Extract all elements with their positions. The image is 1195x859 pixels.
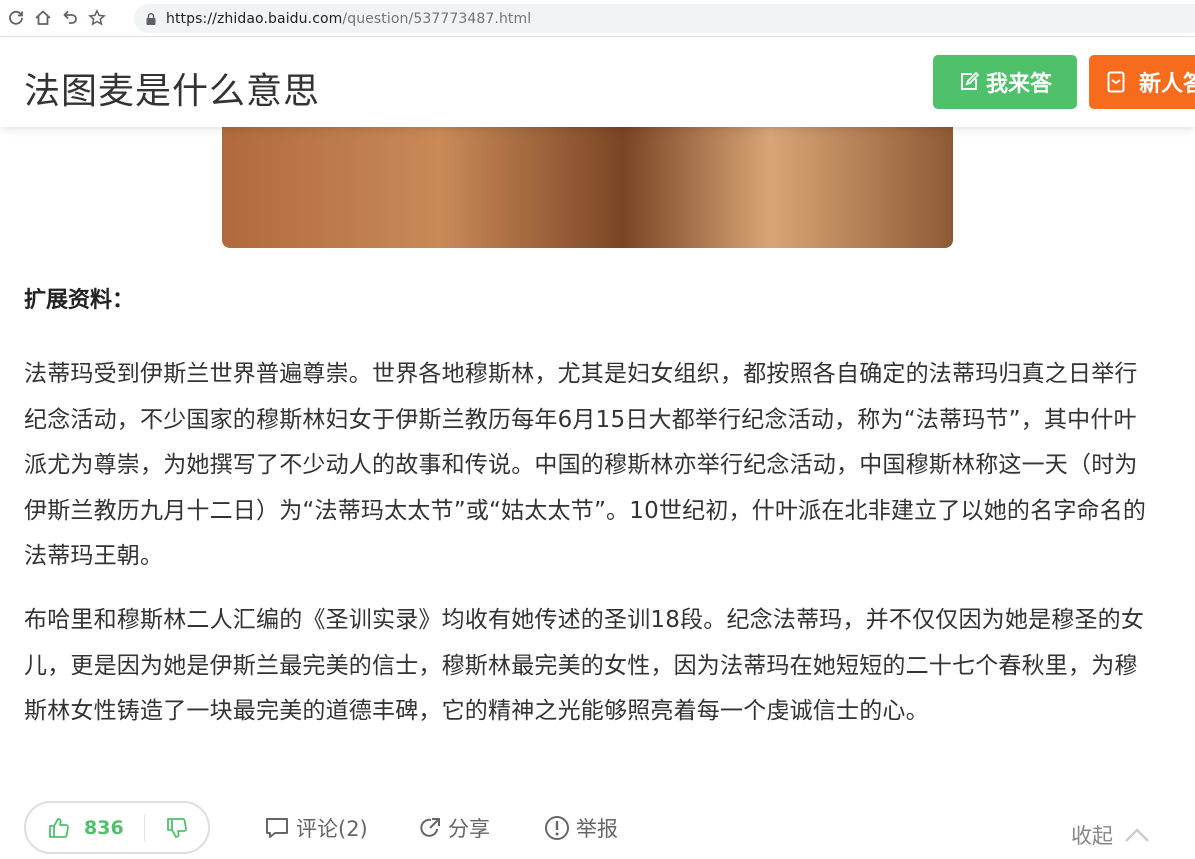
browser-toolbar: https://zhidao.baidu.com/question/537773… xyxy=(0,0,1195,37)
edit-icon xyxy=(960,71,980,90)
report-label: 举报 xyxy=(576,817,618,841)
question-header: 法图麦是什么意思 我来答 新人答 xyxy=(0,38,1195,127)
paragraph-1: 法蒂玛受到伊斯兰世界普遍尊崇。世界各地穆斯林，尤其是妇女组织，都按照各自确定的法… xyxy=(24,361,1147,569)
like-count: 836 xyxy=(84,816,124,839)
extended-info-heading: 扩展资料： xyxy=(24,288,135,313)
dislike-button[interactable] xyxy=(145,817,208,839)
share-label: 分享 xyxy=(448,817,490,841)
lock-icon xyxy=(146,12,156,25)
undo-icon[interactable] xyxy=(58,6,82,30)
newbie-button-label: 新人答 xyxy=(1139,72,1195,97)
collapse-button[interactable]: 收起 xyxy=(1071,820,1151,850)
report-icon xyxy=(545,816,569,840)
url-path: /question/537773487.html xyxy=(342,10,532,27)
comment-button[interactable]: 评论(2) xyxy=(264,812,368,844)
comment-icon xyxy=(266,818,288,838)
reload-icon[interactable] xyxy=(4,6,28,30)
thumbs-up-icon xyxy=(49,817,69,838)
paragraph-2: 布哈里和穆斯林二人汇编的《圣训实录》均收有她传述的圣训18段。纪念法蒂玛，并不仅… xyxy=(24,607,1145,724)
share-icon xyxy=(420,818,440,837)
home-icon[interactable] xyxy=(31,6,55,30)
url-text: https://zhidao.baidu.com/question/537773… xyxy=(166,11,531,27)
comment-label: 评论(2) xyxy=(296,817,368,841)
report-button[interactable]: 举报 xyxy=(544,812,618,844)
page-title: 法图麦是什么意思 xyxy=(24,71,321,112)
answer-button[interactable]: 我来答 xyxy=(933,55,1077,109)
newbie-answer-button[interactable]: 新人答 xyxy=(1089,55,1195,109)
thumbs-down-icon xyxy=(166,817,187,838)
newbie-icon xyxy=(1107,71,1125,93)
share-button[interactable]: 分享 xyxy=(418,812,490,844)
bookmark-star-icon[interactable] xyxy=(85,6,109,30)
url-host: https://zhidao.baidu.com xyxy=(166,10,343,27)
chevron-up-icon xyxy=(1125,828,1149,842)
collapse-label: 收起 xyxy=(1071,824,1113,848)
like-button[interactable]: 836 xyxy=(26,817,144,839)
address-bar[interactable]: https://zhidao.baidu.com/question/537773… xyxy=(134,4,1195,33)
answer-button-label: 我来答 xyxy=(985,72,1052,97)
answer-photo xyxy=(222,110,953,248)
vote-box: 836 xyxy=(24,801,210,854)
